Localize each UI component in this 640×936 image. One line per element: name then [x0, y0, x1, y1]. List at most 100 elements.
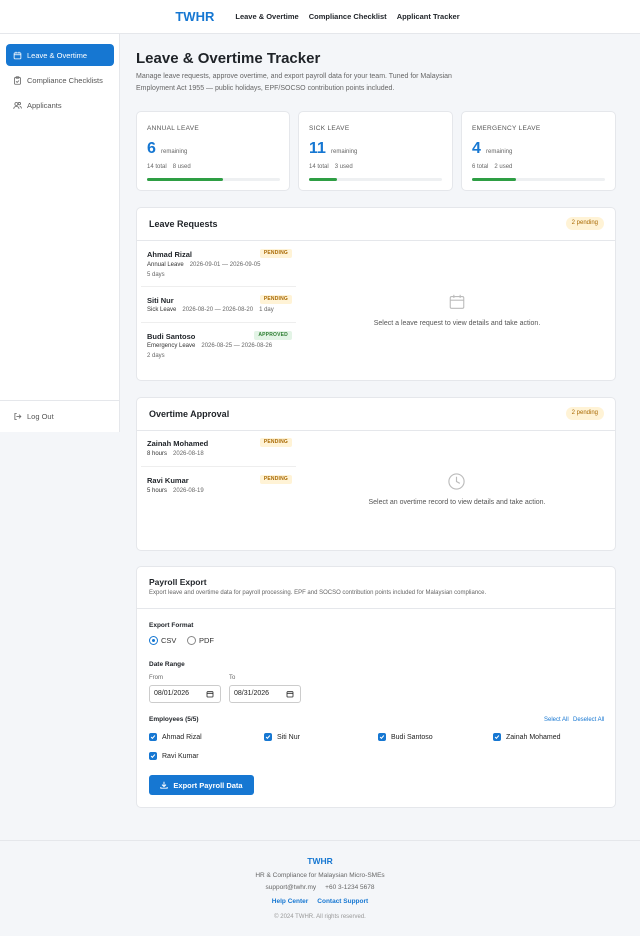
stat-label: SICK LEAVE	[309, 125, 350, 132]
employee-checkbox[interactable]: Siti Nur	[264, 733, 300, 741]
check-icon	[265, 735, 271, 740]
logout-icon	[14, 412, 22, 420]
overtime-date: 2026-08-19	[173, 488, 204, 494]
calendar-icon	[449, 294, 465, 309]
from-date-input[interactable]: 08/01/2026	[149, 685, 221, 703]
employee-checkbox[interactable]: Ahmad Rizal	[149, 733, 202, 741]
stat-value: 4	[472, 140, 481, 157]
sidebar-item-label: Applicants	[27, 100, 62, 110]
nav-link-leave-overtime[interactable]: Leave & Overtime	[235, 12, 298, 21]
footer-link-help-center[interactable]: Help Center	[272, 898, 308, 905]
select-all-link[interactable]: Select All	[544, 717, 569, 723]
employee-checkbox[interactable]: Budi Santoso	[378, 733, 433, 741]
sidebar-item-leave-overtime[interactable]: Leave & Overtime	[6, 44, 114, 66]
footer-link-contact-support[interactable]: Contact Support	[317, 898, 368, 905]
stat-used: 2 used	[494, 164, 513, 170]
sidebar: Leave & Overtime Compliance Checklists A…	[0, 34, 120, 432]
format-radio-pdf[interactable]: PDF	[187, 636, 214, 645]
leave-type: Annual Leave	[147, 262, 184, 268]
leave-type-dates: Sick Leave 2026-08-20 — 2026-08-20 1 day	[147, 307, 274, 313]
checkbox-label: Siti Nur	[277, 733, 300, 741]
checkbox[interactable]	[493, 733, 501, 741]
payroll-export-card: Payroll Export Export leave and overtime…	[136, 566, 616, 808]
stat-total: 14 total	[147, 164, 167, 170]
footer-brand: TWHR	[307, 856, 333, 866]
users-icon	[13, 101, 22, 109]
nav-link-applicant-tracker[interactable]: Applicant Tracker	[397, 12, 460, 21]
checkbox[interactable]	[264, 733, 272, 741]
section-title: Payroll Export	[149, 577, 207, 587]
sidebar-item-compliance-checklists[interactable]: Compliance Checklists	[6, 69, 114, 91]
leave-type: Emergency Leave	[147, 343, 196, 349]
employee-checkbox[interactable]: Ravi Kumar	[149, 752, 199, 760]
leave-request-row[interactable]: Siti Nur PENDING Sick Leave 2026-08-20 — …	[141, 288, 296, 323]
radio-label: PDF	[199, 636, 214, 645]
sidebar-item-applicants[interactable]: Applicants	[6, 94, 114, 116]
deselect-all-link[interactable]: Deselect All	[573, 717, 604, 723]
footer-tagline: HR & Compliance for Malaysian Micro-SMEs	[255, 872, 385, 879]
checkbox-label: Ravi Kumar	[162, 752, 199, 760]
stat-progress-bar	[309, 178, 442, 181]
overtime-hours: 5 hours	[147, 488, 168, 494]
overtime-row[interactable]: Ravi Kumar PENDING 5 hours 2026-08-19	[141, 468, 296, 504]
stat-remaining-label: remaining	[161, 149, 188, 155]
checkbox[interactable]	[149, 733, 157, 741]
stat-card-annual-leave: ANNUAL LEAVE 6 remaining 14 total 8 used	[136, 111, 290, 191]
date-range-label: Date Range	[149, 661, 185, 668]
pending-count-badge: 2 pending	[565, 217, 604, 230]
export-payroll-button[interactable]: Export Payroll Data	[149, 775, 254, 795]
logout-label: Log Out	[27, 411, 54, 421]
calendar-icon	[286, 691, 294, 698]
leave-duration: 1 day	[259, 307, 274, 313]
stat-progress-fill	[309, 178, 337, 181]
stat-progress-fill	[472, 178, 516, 181]
employee-name: Budi Santoso	[147, 332, 196, 341]
format-radio-csv[interactable]: CSV	[149, 636, 176, 645]
download-icon	[160, 781, 169, 789]
leave-requests-card: Leave Requests 2 pending Ahmad Rizal PEN…	[136, 207, 616, 381]
radio-label: CSV	[161, 636, 177, 645]
logout-button[interactable]: Log Out	[6, 405, 114, 427]
to-label: To	[229, 675, 236, 681]
leave-duration: 2 days	[147, 353, 165, 359]
nav-link-compliance-checklist[interactable]: Compliance Checklist	[309, 12, 387, 21]
check-icon	[150, 754, 156, 759]
section-title: Overtime Approval	[149, 409, 230, 419]
stat-total: 6 total	[472, 164, 489, 170]
stat-progress-fill	[147, 178, 223, 181]
stat-progress-bar	[472, 178, 605, 181]
radio-dot[interactable]	[187, 636, 196, 645]
overtime-row[interactable]: Zainah Mohamed PENDING 8 hours 2026-08-18	[141, 431, 296, 467]
employee-checkbox[interactable]: Zainah Mohamed	[493, 733, 560, 741]
to-date-input[interactable]: 08/31/2026	[229, 685, 301, 703]
to-date-value: 08/31/2026	[234, 690, 270, 697]
checkbox[interactable]	[378, 733, 386, 741]
stat-remaining-label: remaining	[486, 149, 513, 155]
top-navbar: TWHR Leave & Overtime Compliance Checkli…	[0, 0, 640, 34]
section-description: Export leave and overtime data for payro…	[149, 590, 487, 596]
radio-dot[interactable]	[149, 636, 158, 645]
stat-used: 3 used	[334, 164, 353, 170]
leave-dates: 2026-08-20 — 2026-08-20	[182, 307, 254, 313]
stat-subtext: 6 total 2 used	[472, 164, 512, 170]
leave-request-row[interactable]: Budi Santoso APPROVED Emergency Leave 202…	[141, 324, 296, 370]
leave-request-row[interactable]: Ahmad Rizal PENDING Annual Leave 2026-09-…	[141, 241, 296, 287]
checkbox[interactable]	[149, 752, 157, 760]
footer-phone: +60 3-1234 5678	[325, 884, 375, 891]
checkbox-label: Budi Santoso	[391, 733, 433, 741]
employee-name: Ahmad Rizal	[147, 250, 193, 259]
overtime-date: 2026-08-18	[173, 451, 204, 457]
stat-value: 6	[147, 140, 156, 157]
page-title: Leave & Overtime Tracker	[136, 50, 321, 67]
clock-icon	[448, 473, 465, 490]
employee-name: Zainah Mohamed	[147, 439, 209, 448]
stat-used: 8 used	[172, 164, 191, 170]
stat-card-emergency-leave: EMERGENCY LEAVE 4 remaining 6 total 2 use…	[461, 111, 616, 191]
from-date-value: 08/01/2026	[154, 690, 190, 697]
sidebar-divider	[0, 400, 120, 401]
sidebar-item-label: Leave & Overtime	[27, 50, 88, 60]
from-label: From	[149, 675, 163, 681]
brand-logo[interactable]: TWHR	[175, 9, 214, 24]
footer-email[interactable]: support@twhr.my	[265, 884, 316, 891]
checkbox-label: Zainah Mohamed	[506, 733, 561, 741]
